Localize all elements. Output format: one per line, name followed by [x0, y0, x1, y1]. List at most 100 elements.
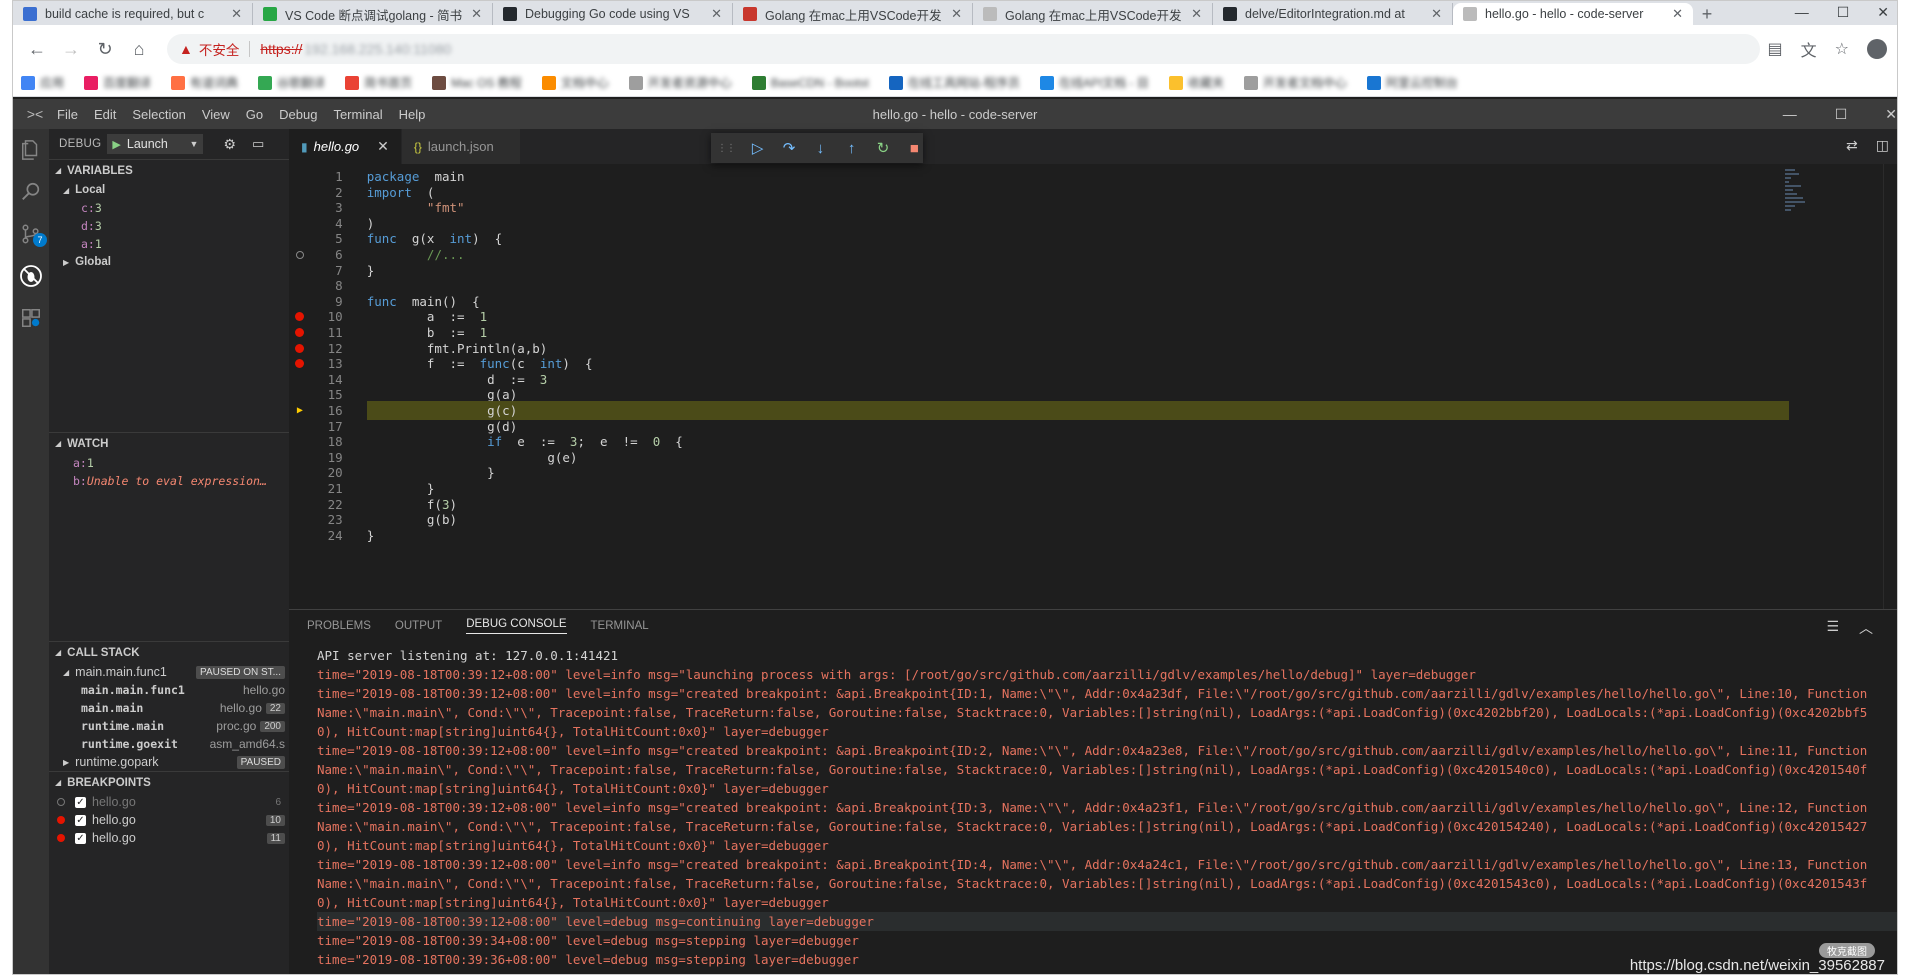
- stack-frame[interactable]: runtime.goexit asm_amd64.s: [49, 735, 289, 753]
- stack-frame[interactable]: runtime.main proc.go 200: [49, 717, 289, 735]
- bookmark-item[interactable]: 简书首页: [345, 74, 412, 91]
- minimap[interactable]: [1785, 169, 1825, 229]
- close-tab-icon[interactable]: ✕: [231, 6, 242, 22]
- menu-file[interactable]: File: [57, 107, 78, 122]
- close-tab-icon[interactable]: ✕: [471, 6, 482, 22]
- bookmark-item[interactable]: Mac OS 教程: [432, 74, 522, 91]
- stack-frame[interactable]: main.main.func1 hello.go: [49, 681, 289, 699]
- browser-tab[interactable]: Debugging Go code using VS ✕: [493, 3, 733, 25]
- close-tab-icon[interactable]: ✕: [1191, 6, 1202, 22]
- bookmark-item[interactable]: 开发者文档中心: [1243, 74, 1347, 91]
- reload-button[interactable]: ↻: [91, 35, 119, 63]
- play-icon[interactable]: ▶: [112, 138, 120, 151]
- close-tab-icon[interactable]: ✕: [1672, 6, 1683, 22]
- restart-icon[interactable]: ↻: [874, 139, 891, 157]
- browser-tab[interactable]: Golang 在mac上用VSCode开发 ✕: [973, 3, 1213, 25]
- panel-tab-output[interactable]: OUTPUT: [395, 620, 442, 632]
- menu-edit[interactable]: Edit: [94, 107, 116, 122]
- variables-header[interactable]: ◢ VARIABLES: [49, 159, 289, 181]
- breakpoint-gutter[interactable]: [289, 312, 311, 322]
- checkbox[interactable]: ✓: [75, 796, 86, 808]
- bookmark-item[interactable]: BaseCDN - Bootst: [751, 75, 869, 90]
- url-bar[interactable]: ▲ 不安全 https:// 192.168.225.140:11080: [167, 34, 1760, 64]
- stop-icon[interactable]: ■: [906, 140, 923, 157]
- search-activity[interactable]: [13, 171, 49, 213]
- watch-item[interactable]: a: 1: [49, 454, 289, 472]
- bookmark-item[interactable]: 在线工具网站-程序员: [888, 74, 1020, 91]
- watch-item[interactable]: b: Unable to eval expression…: [49, 472, 289, 490]
- breakpoint-gutter[interactable]: [289, 328, 311, 337]
- stack-frame[interactable]: main.main hello.go 22: [49, 699, 289, 717]
- breakpoint-gutter[interactable]: [289, 343, 311, 353]
- bookmark-item[interactable]: 有道词典: [171, 74, 238, 91]
- source-control-activity[interactable]: 7: [13, 213, 49, 255]
- editor-tab[interactable]: {} launch.json: [401, 129, 521, 164]
- browser-tab[interactable]: VS Code 断点调试golang - 简书 ✕: [253, 3, 493, 25]
- split-editor-icon[interactable]: ◫: [1876, 137, 1889, 154]
- bookmark-item[interactable]: 应用: [21, 74, 64, 91]
- close-tab-icon[interactable]: ✕: [711, 6, 722, 22]
- bookmark-item[interactable]: 开发者资源中心: [628, 74, 732, 91]
- launch-config-select[interactable]: ▶ Launch ▼: [107, 134, 204, 154]
- call-stack-thread-2[interactable]: ▶ runtime.gopark PAUSED: [49, 753, 289, 771]
- breakpoint-item[interactable]: ✓ hello.go 11: [49, 829, 289, 847]
- profile-avatar[interactable]: [1867, 39, 1887, 59]
- browser-tab[interactable]: Golang 在mac上用VSCode开发 ✕: [733, 3, 973, 25]
- local-scope[interactable]: ◢ Local: [49, 181, 289, 199]
- back-button[interactable]: ←: [23, 35, 51, 63]
- close-icon[interactable]: ✕: [1885, 106, 1897, 123]
- breakpoint-gutter[interactable]: [289, 359, 311, 369]
- minimize-button[interactable]: —: [1795, 1, 1809, 23]
- code-line[interactable]: 24}: [289, 526, 1789, 545]
- browser-tab[interactable]: build cache is required, but c ✕: [13, 3, 253, 25]
- breakpoint-item[interactable]: ✓ hello.go 6: [49, 793, 289, 811]
- breakpoints-header[interactable]: ◢ BREAKPOINTS: [49, 771, 289, 793]
- browser-tab[interactable]: hello.go - hello - code-server ✕: [1453, 3, 1693, 25]
- open-changes-icon[interactable]: ⇄: [1846, 137, 1858, 154]
- breakpoint-gutter[interactable]: ▶: [289, 405, 311, 416]
- variable-row[interactable]: d: 3: [49, 217, 289, 235]
- editor-scrollbar[interactable]: [1883, 164, 1897, 609]
- menu-view[interactable]: View: [202, 107, 230, 122]
- step-over-icon[interactable]: ↷: [780, 139, 797, 157]
- bookmark-item[interactable]: 在线API文档 - 目: [1039, 74, 1149, 91]
- new-tab-button[interactable]: +: [1693, 3, 1721, 25]
- menu-go[interactable]: Go: [246, 107, 263, 122]
- extensions-activity[interactable]: [13, 297, 49, 339]
- breakpoint-gutter[interactable]: [289, 250, 311, 259]
- bookmark-item[interactable]: 收藏夹: [1168, 74, 1224, 91]
- step-into-icon[interactable]: ↓: [812, 140, 829, 157]
- panel-tab-debug-console[interactable]: DEBUG CONSOLE: [466, 618, 567, 634]
- breakpoint-item[interactable]: ✓ hello.go 10: [49, 811, 289, 829]
- close-icon[interactable]: ✕: [377, 138, 389, 155]
- minimize-icon[interactable]: —: [1783, 106, 1797, 123]
- checkbox[interactable]: ✓: [75, 814, 86, 826]
- continue-icon[interactable]: ▷: [749, 139, 766, 157]
- watch-header[interactable]: ◢ WATCH: [49, 432, 289, 454]
- call-stack-header[interactable]: ◢ CALL STACK: [49, 641, 289, 663]
- close-tab-icon[interactable]: ✕: [951, 6, 962, 22]
- menu-selection[interactable]: Selection: [132, 107, 185, 122]
- variable-row[interactable]: c: 3: [49, 199, 289, 217]
- variable-row[interactable]: a: 1: [49, 235, 289, 253]
- forward-button[interactable]: →: [57, 35, 85, 63]
- global-scope[interactable]: ▶ Global: [49, 253, 289, 271]
- bookmark-item[interactable]: 百度翻译: [84, 74, 151, 91]
- menu-help[interactable]: Help: [399, 107, 426, 122]
- home-button[interactable]: ⌂: [125, 35, 153, 63]
- maximize-icon[interactable]: ☐: [1835, 106, 1848, 123]
- panel-tab-terminal[interactable]: TERMINAL: [591, 620, 649, 632]
- editor-tab[interactable]: ▮ hello.go ✕: [289, 129, 402, 164]
- bookmark-item[interactable]: 阿里云控制台: [1366, 74, 1458, 91]
- explorer-activity[interactable]: [13, 129, 49, 171]
- step-out-icon[interactable]: ↑: [843, 140, 860, 157]
- star-icon[interactable]: ☆: [1835, 39, 1849, 59]
- clipboard-icon[interactable]: ▤: [1768, 39, 1783, 59]
- translate-icon[interactable]: 文: [1801, 37, 1817, 61]
- menu-terminal[interactable]: Terminal: [333, 107, 382, 122]
- bookmark-item[interactable]: 文档中心: [541, 74, 609, 91]
- checkbox[interactable]: ✓: [75, 832, 86, 844]
- chevron-up-icon[interactable]: ︿: [1859, 618, 1873, 638]
- panel-tab-problems[interactable]: PROBLEMS: [307, 620, 371, 632]
- code-editor[interactable]: 1 package main 2 import (3 "fmt" 4) 5 func g(x…: [289, 164, 1789, 609]
